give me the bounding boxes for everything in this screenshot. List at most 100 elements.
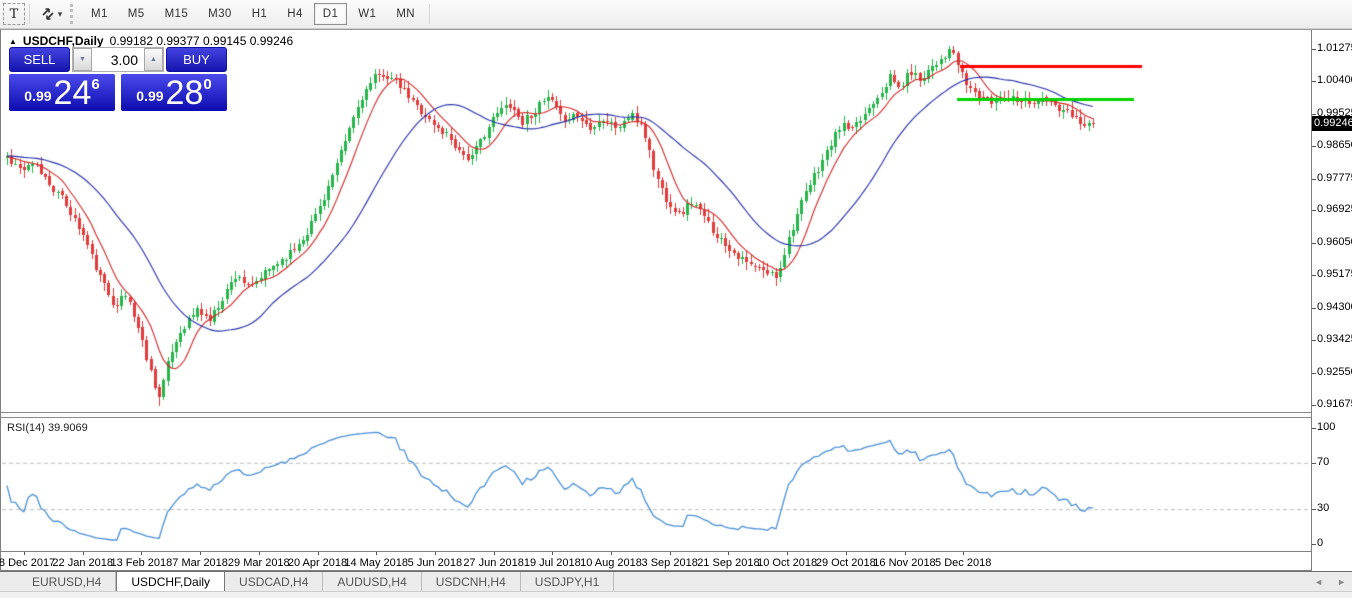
rsi-tick-mark <box>1312 544 1316 545</box>
tab-scroll-arrows: ◄ ► <box>1314 572 1346 592</box>
collapse-panel-icon[interactable]: ▲ <box>9 37 17 46</box>
price-tick-mark <box>1312 210 1316 211</box>
chart-title: ▲ USDCHF,Daily 0.99182 0.99377 0.99145 0… <box>9 34 293 48</box>
arrows-tool-icon[interactable]: ▾ <box>34 3 68 25</box>
tab-scroll-right-icon[interactable]: ► <box>1337 577 1346 587</box>
price-tick-label: 0.93425 <box>1317 333 1352 345</box>
sell-price-prefix: 0.99 <box>24 88 51 104</box>
rsi-scale-label: 30 <box>1317 502 1329 514</box>
price-tick-mark <box>1312 179 1316 180</box>
price-tick-label: 0.97775 <box>1317 172 1352 184</box>
price-tick-mark <box>1312 308 1316 309</box>
lot-decrease-button[interactable]: ▼ <box>73 48 92 71</box>
price-tick-label: 0.96050 <box>1317 236 1352 248</box>
timeframe-h4[interactable]: H4 <box>278 3 312 25</box>
sell-button[interactable]: SELL <box>9 47 70 72</box>
price-tick-mark <box>1312 81 1316 82</box>
date-tick-mark <box>670 552 671 555</box>
text-tool-icon[interactable]: T <box>3 3 25 25</box>
price-axis[interactable]: 1.012751.004000.995250.986500.977750.969… <box>1311 30 1352 571</box>
tab-eurusd-h4[interactable]: EURUSD,H4 <box>18 572 116 591</box>
price-tick-mark <box>1312 49 1316 50</box>
price-tick-mark <box>1312 243 1316 244</box>
timeframe-buttons: M1M5M15M30H1H4D1W1MN <box>81 3 425 25</box>
current-price-marker: 0.99246 <box>1312 116 1352 131</box>
tab-usdcad-h4[interactable]: USDCAD,H4 <box>225 572 323 591</box>
toolbar-separator <box>29 4 30 24</box>
price-tick-label: 0.98650 <box>1317 139 1352 151</box>
chart-symbol-label: USDCHF,Daily <box>23 34 104 48</box>
date-tick-mark <box>963 552 964 555</box>
tab-usdchf-daily[interactable]: USDCHF,Daily <box>116 572 225 591</box>
date-tick-mark <box>24 552 25 555</box>
timeframe-m15[interactable]: M15 <box>156 3 198 25</box>
sell-price-pips: 6 <box>91 76 99 93</box>
buy-button[interactable]: BUY <box>166 47 227 72</box>
date-tick-mark <box>611 552 612 555</box>
dropdown-caret-icon: ▾ <box>58 9 63 20</box>
date-tick-mark <box>494 552 495 555</box>
toolbar: T ▾ M1M5M15M30H1H4D1W1MN <box>0 0 1352 29</box>
chart-tab-bar: EURUSD,H4USDCHF,DailyUSDCAD,H4AUDUSD,H4U… <box>0 571 1352 591</box>
rsi-tick-mark <box>1312 428 1316 429</box>
rsi-indicator-label: RSI(14) 39.9069 <box>7 422 88 434</box>
timeframe-m30[interactable]: M30 <box>199 3 241 25</box>
tab-usdcnh-h4[interactable]: USDCNH,H4 <box>422 572 521 591</box>
date-tick-mark <box>376 552 377 555</box>
chart-ohlc-values: 0.99182 0.99377 0.99145 0.99246 <box>110 34 294 48</box>
rsi-indicator-canvas[interactable] <box>2 418 1311 551</box>
price-tick-label: 1.01275 <box>1317 42 1352 54</box>
date-axis[interactable]: 28 Dec 201722 Jan 201813 Feb 20187 Mar 2… <box>1 551 1311 571</box>
timeframe-m5[interactable]: M5 <box>119 3 154 25</box>
buy-price-pips: 0 <box>203 76 211 93</box>
chart-window: 28 Dec 201722 Jan 201813 Feb 20187 Mar 2… <box>0 29 1352 571</box>
lot-increase-button[interactable]: ▲ <box>144 48 163 71</box>
date-tick-mark <box>846 552 847 555</box>
date-tick-mark <box>435 552 436 555</box>
date-tick-mark <box>552 552 553 555</box>
timeframe-h1[interactable]: H1 <box>243 3 277 25</box>
buy-price-tile[interactable]: 0.99 28 0 <box>121 74 227 111</box>
price-tick-mark <box>1312 146 1316 147</box>
price-tick-label: 0.91675 <box>1317 398 1352 410</box>
price-tick-label: 0.95175 <box>1317 268 1352 280</box>
price-tick-mark <box>1312 114 1316 115</box>
date-tick-mark <box>728 552 729 555</box>
double-arrow-icon <box>40 6 56 22</box>
tab-scroll-left-icon[interactable]: ◄ <box>1314 577 1323 587</box>
rsi-scale-label: 100 <box>1317 421 1335 433</box>
timeframe-d1[interactable]: D1 <box>314 3 348 25</box>
timeframe-w1[interactable]: W1 <box>349 3 385 25</box>
date-tick-label: 5 Dec 2018 <box>918 557 1008 569</box>
date-tick-mark <box>83 552 84 555</box>
status-bar <box>0 591 1352 598</box>
price-tick-mark <box>1312 405 1316 406</box>
tab-usdjpy-h1[interactable]: USDJPY,H1 <box>521 572 614 591</box>
one-click-trading-panel: SELL ▼ ▲ BUY 0.99 24 6 0.99 28 0 <box>9 47 227 111</box>
rsi-tick-mark <box>1312 509 1316 510</box>
rsi-tick-mark <box>1312 463 1316 464</box>
price-tick-mark <box>1312 275 1316 276</box>
tab-audusd-h4[interactable]: AUDUSD,H4 <box>323 572 421 591</box>
sell-price-tile[interactable]: 0.99 24 6 <box>9 74 115 111</box>
lot-size-spinner: ▼ ▲ <box>72 47 164 72</box>
price-tick-mark <box>1312 340 1316 341</box>
date-tick-mark <box>200 552 201 555</box>
price-tick-mark <box>1312 373 1316 374</box>
toolbar-grip[interactable] <box>70 4 75 24</box>
rsi-scale-label: 70 <box>1317 456 1329 468</box>
lot-size-input[interactable] <box>92 48 144 71</box>
date-tick-mark <box>141 552 142 555</box>
buy-price-prefix: 0.99 <box>136 88 163 104</box>
date-tick-mark <box>905 552 906 555</box>
price-tick-label: 1.00400 <box>1317 74 1352 86</box>
timeframe-mn[interactable]: MN <box>387 3 424 25</box>
rsi-scale-label: 0 <box>1317 537 1323 549</box>
timeframe-m1[interactable]: M1 <box>82 3 117 25</box>
price-tick-label: 0.94300 <box>1317 301 1352 313</box>
date-tick-mark <box>259 552 260 555</box>
date-tick-mark <box>318 552 319 555</box>
price-tick-label: 0.96925 <box>1317 203 1352 215</box>
price-tick-label: 0.92550 <box>1317 366 1352 378</box>
buy-price-main: 28 <box>166 76 204 110</box>
